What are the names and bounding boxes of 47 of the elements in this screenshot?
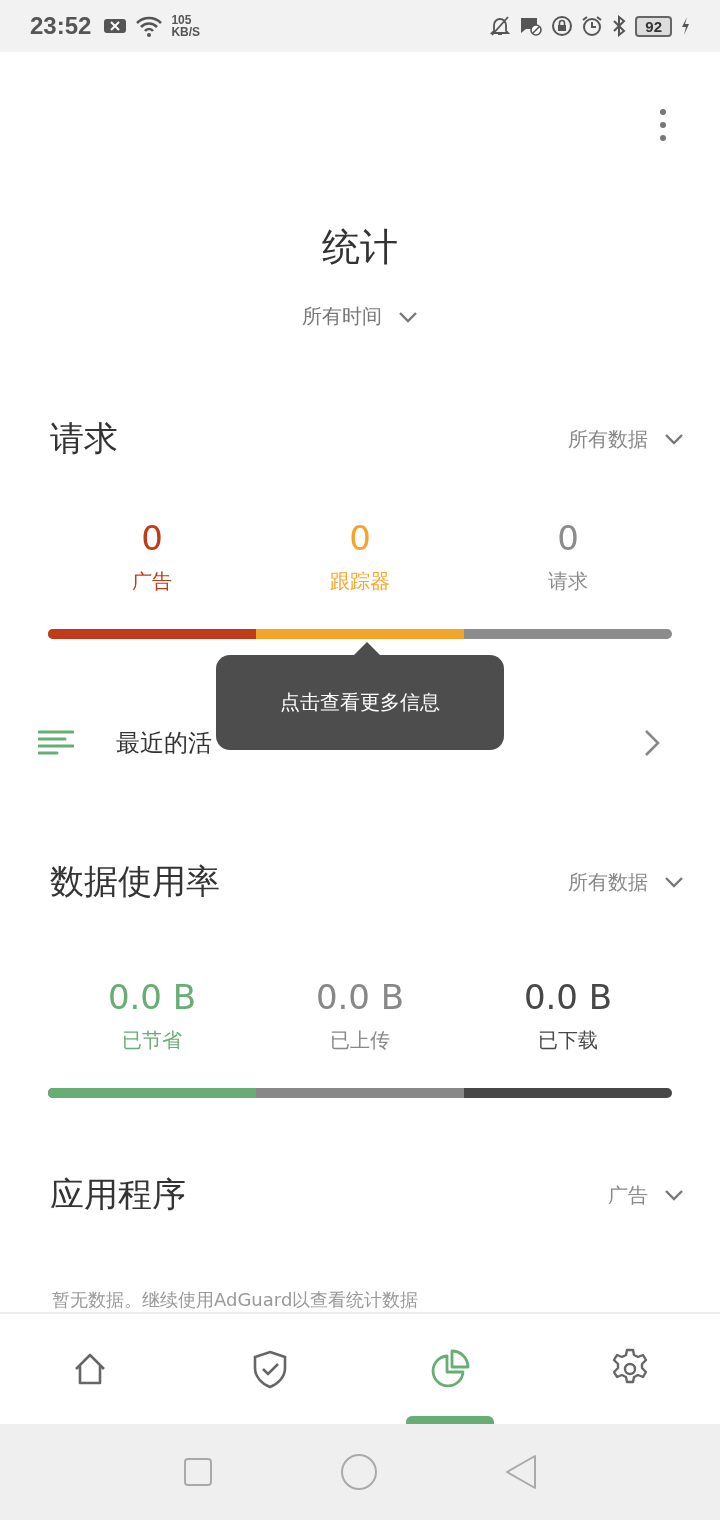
stat-bar[interactable] — [48, 629, 672, 639]
chevron-down-icon — [664, 1189, 684, 1201]
message-blocked-icon — [519, 15, 544, 37]
tooltip-text: 点击查看更多信息 — [280, 689, 440, 716]
section-title: 应用程序 — [50, 1173, 186, 1216]
recents-icon[interactable] — [183, 1457, 214, 1487]
stat-label: 广告 — [132, 568, 172, 595]
home-circle-icon[interactable] — [340, 1453, 378, 1491]
stat-label: 请求 — [548, 568, 588, 595]
battery-level: 92 — [635, 15, 672, 37]
back-icon[interactable] — [504, 1454, 537, 1490]
pie-chart-icon — [430, 1349, 470, 1389]
stat-value: 0.0 B — [523, 977, 613, 1017]
stat-value: 0 — [349, 518, 371, 558]
more-options-icon[interactable] — [659, 108, 667, 142]
stat-label: 已上传 — [330, 1027, 390, 1054]
page-title: 统计 — [321, 224, 399, 271]
stat-value: 0 — [141, 518, 163, 558]
stat-label: 跟踪器 — [330, 568, 390, 595]
bluetooth-icon — [611, 15, 628, 37]
network-speed: 105 KB/S — [171, 14, 201, 38]
chevron-down-icon — [664, 433, 684, 445]
wifi-icon — [135, 15, 164, 37]
bell-off-icon — [489, 15, 512, 37]
stat-value: 0.0 B — [107, 977, 197, 1017]
recent-activity-label[interactable]: 最近的活 — [116, 727, 212, 759]
filter-dropdown[interactable]: 所有数据 — [564, 421, 688, 457]
filter-dropdown[interactable]: 广告 — [604, 1177, 688, 1213]
chevron-right-icon[interactable] — [644, 729, 660, 757]
rotation-lock-icon — [551, 15, 574, 37]
list-icon — [38, 730, 74, 756]
alarm-icon — [581, 15, 604, 37]
stat-label: 已下载 — [538, 1027, 598, 1054]
filter-dropdown[interactable]: 所有数据 — [564, 864, 688, 900]
chevron-down-icon — [398, 310, 418, 323]
chevron-down-icon — [664, 876, 684, 888]
section-title: 数据使用率 — [50, 860, 220, 903]
charging-icon — [680, 16, 690, 36]
status-time: 23:52 — [30, 12, 92, 40]
section-title: 请求 — [50, 417, 118, 460]
empty-message: 暂无数据。继续使用AdGuard以查看统计数据 — [51, 1288, 420, 1312]
stat-label: 已节省 — [122, 1027, 182, 1054]
stat-value: 0.0 B — [315, 977, 405, 1017]
stat-value: 0 — [557, 518, 579, 558]
notification-icon — [103, 17, 128, 35]
period-dropdown[interactable]: 所有时间 — [298, 299, 422, 334]
stat-bar[interactable] — [48, 1088, 672, 1098]
